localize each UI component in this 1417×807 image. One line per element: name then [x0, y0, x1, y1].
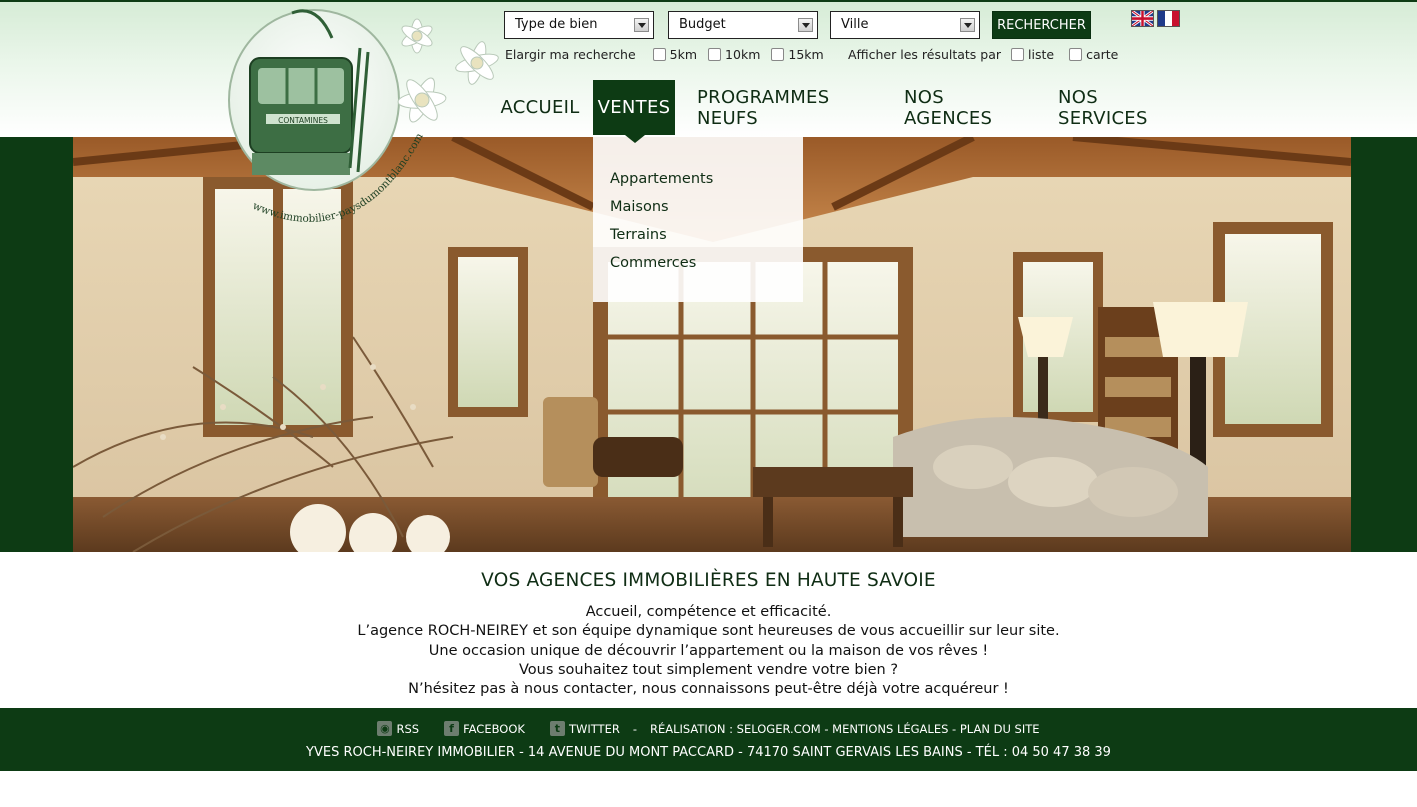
- facebook-link[interactable]: f FACEBOOK: [444, 721, 525, 736]
- submenu-item-maisons[interactable]: Maisons: [610, 199, 803, 227]
- fr-flag-icon[interactable]: [1157, 10, 1180, 27]
- chevron-down-icon: [798, 18, 813, 32]
- city-label: Ville: [841, 17, 869, 32]
- display-mode-row: Afficher les résultats par liste carte: [848, 47, 1118, 62]
- site-logo[interactable]: CONTAMINES www.immobilier-paysdumontblan…: [222, 8, 522, 248]
- property-type-select[interactable]: Type de bien: [504, 11, 654, 39]
- intro-line: Accueil, compétence et efficacité.: [585, 604, 832, 620]
- twitter-link[interactable]: t TWITTER: [549, 721, 620, 736]
- nav-programmes-neufs[interactable]: PROGRAMMES NEUFS: [697, 80, 879, 135]
- submenu-item-appartements[interactable]: Appartements: [610, 171, 803, 199]
- rss-label: RSS: [396, 721, 420, 736]
- search-button[interactable]: RECHERCHER: [992, 11, 1091, 39]
- twitter-label: TWITTER: [568, 721, 620, 736]
- display-list-label: liste: [1028, 47, 1055, 62]
- site-footer: ◉ RSS f FACEBOOK t TWITTER - RÉALISATION…: [0, 708, 1417, 771]
- twitter-icon: t: [549, 721, 565, 736]
- intro-line: Une occasion unique de découvrir l’appar…: [428, 642, 989, 659]
- property-type-label: Type de bien: [515, 17, 598, 32]
- intro-line: Vous souhaitez tout simplement vendre vo…: [518, 661, 899, 678]
- nav-ventes[interactable]: VENTES: [593, 80, 675, 135]
- chevron-down-icon: [960, 18, 975, 32]
- intro-line: L’agence ROCH-NEIREY et son équipe dynam…: [357, 623, 1060, 640]
- intro-line: N’hésitez pas à nous contacter, nous con…: [408, 681, 1009, 698]
- facebook-icon: f: [444, 721, 460, 736]
- city-select[interactable]: Ville: [830, 11, 980, 39]
- budget-select[interactable]: Budget: [668, 11, 818, 39]
- radius-10km-checkbox[interactable]: [708, 48, 722, 61]
- active-nav-caret: [625, 135, 645, 143]
- submenu-item-terrains[interactable]: Terrains: [610, 227, 803, 255]
- display-list-checkbox[interactable]: [1011, 48, 1025, 61]
- radius-15km-label: 15km: [788, 47, 824, 62]
- ventes-submenu: Appartements Maisons Terrains Commerces: [593, 137, 803, 302]
- rss-link[interactable]: ◉ RSS: [377, 721, 419, 736]
- nav-nos-agences[interactable]: NOS AGENCES: [904, 80, 1030, 135]
- nav-nos-services[interactable]: NOS SERVICES: [1058, 80, 1186, 135]
- intro-title: VOS AGENCES IMMOBILIÈRES EN HAUTE SAVOIE: [481, 570, 936, 591]
- footer-address: YVES ROCH-NEIREY IMMOBILIER - 14 AVENUE …: [306, 745, 1111, 760]
- rss-icon: ◉: [377, 721, 393, 736]
- footer-links: ◉ RSS f FACEBOOK t TWITTER - RÉALISATION…: [0, 721, 1417, 736]
- display-map-checkbox[interactable]: [1069, 48, 1083, 61]
- radius-5km-checkbox[interactable]: [652, 48, 666, 61]
- submenu-item-commerces[interactable]: Commerces: [610, 255, 803, 283]
- intro-text: Accueil, compétence et efficacité. L’age…: [0, 603, 1417, 699]
- radius-5km-label: 5km: [669, 47, 698, 62]
- budget-label: Budget: [679, 17, 726, 32]
- radius-10km-label: 10km: [725, 47, 761, 62]
- radius-15km-checkbox[interactable]: [771, 48, 785, 61]
- facebook-label: FACEBOOK: [463, 721, 525, 736]
- en-flag-icon[interactable]: [1131, 10, 1154, 27]
- display-map-label: carte: [1086, 47, 1119, 62]
- widen-search-row: Elargir ma recherche 5km 10km 15km: [505, 47, 824, 62]
- logo-cabin-text: CONTAMINES: [278, 116, 328, 125]
- widen-search-label: Elargir ma recherche: [505, 47, 636, 62]
- display-mode-label: Afficher les résultats par: [848, 47, 1002, 62]
- chevron-down-icon: [634, 18, 649, 32]
- footer-separator: -: [632, 721, 637, 736]
- footer-credits[interactable]: RÉALISATION : SELOGER.COM - MENTIONS LÉG…: [650, 722, 1040, 736]
